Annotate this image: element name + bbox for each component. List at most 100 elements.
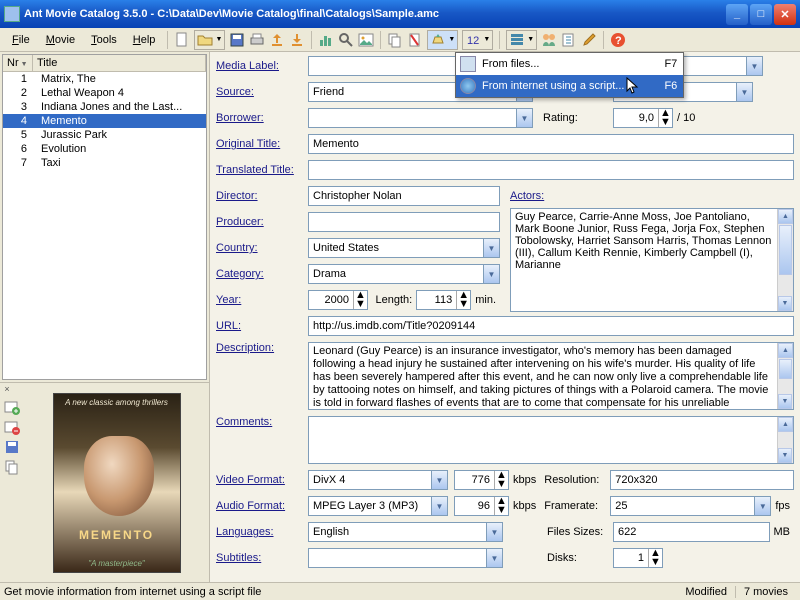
list-row[interactable]: 3Indiana Jones and the Last... — [3, 100, 206, 114]
video-format-combo[interactable]: DivX 4▼ — [308, 470, 448, 490]
help-icon[interactable]: ? — [610, 32, 626, 48]
translated-title-input[interactable] — [308, 160, 794, 180]
find-icon[interactable] — [338, 32, 354, 48]
export-icon[interactable] — [269, 32, 285, 48]
window-title: Ant Movie Catalog 3.5.0 - C:\Data\Dev\Mo… — [24, 8, 726, 20]
list-row[interactable]: 7Taxi — [3, 156, 206, 170]
save-icon[interactable] — [229, 32, 245, 48]
lbl-video-format[interactable]: Video Format: — [216, 474, 308, 486]
actors-text[interactable]: Guy Pearce, Carrie-Anne Moss, Joe Pantol… — [510, 208, 794, 312]
url-input[interactable] — [308, 316, 794, 336]
original-title-input[interactable] — [308, 134, 794, 154]
director-input[interactable] — [308, 186, 500, 206]
new-icon[interactable] — [174, 32, 190, 48]
lbl-framerate: Framerate: — [540, 500, 610, 512]
svg-text:?: ? — [615, 35, 622, 47]
open-dropdown[interactable]: ▼ — [194, 30, 225, 50]
menu-tools[interactable]: Tools — [83, 31, 125, 49]
prefs-icon[interactable] — [581, 32, 597, 48]
resolution-input[interactable] — [610, 470, 794, 490]
app-icon — [4, 6, 20, 22]
number-dropdown[interactable]: 12▼ — [462, 30, 493, 50]
lbl-audio-format[interactable]: Audio Format: — [216, 500, 308, 512]
list-row[interactable]: 5Jurassic Park — [3, 128, 206, 142]
menu-help[interactable]: Help — [125, 31, 164, 49]
print-icon[interactable] — [249, 32, 265, 48]
globe-icon — [460, 78, 476, 94]
lbl-description[interactable]: Description: — [216, 342, 308, 354]
menu-file[interactable]: File — [4, 31, 38, 49]
popup-from-files[interactable]: From files... F7 — [456, 53, 683, 75]
stats-icon[interactable] — [318, 32, 334, 48]
lbl-actors[interactable]: Actors: — [510, 190, 544, 202]
lbl-source[interactable]: Source: — [216, 86, 308, 98]
list-row[interactable]: 2Lethal Weapon 4 — [3, 86, 206, 100]
audio-rate-spin[interactable]: 96▲▼ — [454, 496, 509, 516]
list-header[interactable]: Nr Title — [3, 55, 206, 72]
col-nr[interactable]: Nr — [3, 55, 33, 71]
picture-icon[interactable] — [358, 32, 374, 48]
get-info-popup: From files... F7 From internet using a s… — [455, 52, 684, 98]
lbl-subtitles[interactable]: Subtitles: — [216, 552, 308, 564]
lbl-rating: Rating: — [533, 112, 613, 124]
pic-save-icon[interactable] — [4, 439, 20, 455]
pic-delete-icon[interactable] — [4, 419, 20, 435]
script-icon[interactable] — [561, 32, 577, 48]
col-title[interactable]: Title — [33, 55, 206, 71]
get-info-dropdown[interactable]: ▼ — [427, 30, 458, 50]
country-combo[interactable]: United States▼ — [308, 238, 500, 258]
category-combo[interactable]: Drama▼ — [308, 264, 500, 284]
lbl-original-title[interactable]: Original Title: — [216, 138, 308, 150]
svg-text:12: 12 — [467, 35, 479, 47]
lbl-country[interactable]: Country: — [216, 242, 308, 254]
audio-format-combo[interactable]: MPEG Layer 3 (MP3)▼ — [308, 496, 448, 516]
status-bar: Get movie information from internet usin… — [0, 582, 800, 600]
close-button[interactable]: ✕ — [774, 4, 796, 25]
disks-spin[interactable]: 1▲▼ — [613, 548, 663, 568]
lbl-languages[interactable]: Languages: — [216, 526, 308, 538]
status-modified: Modified — [677, 586, 736, 598]
subtitles-combo[interactable]: ▼ — [308, 548, 503, 568]
close-thumb-icon[interactable]: × — [1, 384, 13, 396]
lbl-url[interactable]: URL: — [216, 320, 308, 332]
lbl-year[interactable]: Year: — [216, 294, 308, 306]
view-dropdown[interactable]: ▼ — [506, 30, 537, 50]
import-icon[interactable] — [289, 32, 305, 48]
comments-text[interactable]: ▲▼ — [308, 416, 794, 464]
menu-movie[interactable]: Movie — [38, 31, 83, 49]
lbl-translated-title[interactable]: Translated Title: — [216, 164, 308, 176]
minimize-button[interactable]: _ — [726, 4, 748, 25]
popup-from-internet[interactable]: From internet using a script... F6 — [456, 75, 683, 97]
list-row[interactable]: 4Memento — [3, 114, 206, 128]
lbl-files-sizes: Files Sizes: — [543, 526, 613, 538]
maximize-button[interactable]: □ — [750, 4, 772, 25]
video-rate-spin[interactable]: 776▲▼ — [454, 470, 509, 490]
lbl-comments[interactable]: Comments: — [216, 416, 308, 428]
lbl-media-label[interactable]: Media Label: — [216, 60, 308, 72]
length-spin[interactable]: 113▲▼ — [416, 290, 471, 310]
lbl-borrower[interactable]: Borrower: — [216, 112, 308, 124]
lbl-disks: Disks: — [543, 552, 613, 564]
lbl-producer[interactable]: Producer: — [216, 216, 308, 228]
framerate-combo[interactable]: 25▼ — [610, 496, 771, 516]
loan-icon[interactable] — [541, 32, 557, 48]
year-spin[interactable]: 2000▲▼ — [308, 290, 368, 310]
lbl-director[interactable]: Director: — [216, 190, 308, 202]
pic-add-icon[interactable] — [4, 399, 20, 415]
pic-copy-icon[interactable] — [4, 459, 20, 475]
languages-combo[interactable]: English▼ — [308, 522, 503, 542]
list-row[interactable]: 1Matrix, The — [3, 72, 206, 86]
delete-icon[interactable] — [407, 32, 423, 48]
borrower-combo[interactable]: ▼ — [308, 108, 533, 128]
files-sizes-input[interactable] — [613, 522, 770, 542]
movie-poster[interactable]: A new classic among thrillers MEMENTO "A… — [53, 393, 181, 573]
lbl-category[interactable]: Category: — [216, 268, 308, 280]
description-text[interactable]: Leonard (Guy Pearce) is an insurance inv… — [308, 342, 794, 410]
thumbnail-panel: × A new classic among thrillers MEMENTO … — [0, 382, 209, 582]
files-icon — [460, 56, 476, 72]
rating-spin[interactable]: 9,0▲▼ — [613, 108, 673, 128]
copy-icon[interactable] — [387, 32, 403, 48]
list-row[interactable]: 6Evolution — [3, 142, 206, 156]
producer-input[interactable] — [308, 212, 500, 232]
movie-list[interactable]: Nr Title 1Matrix, The2Lethal Weapon 43In… — [2, 54, 207, 380]
